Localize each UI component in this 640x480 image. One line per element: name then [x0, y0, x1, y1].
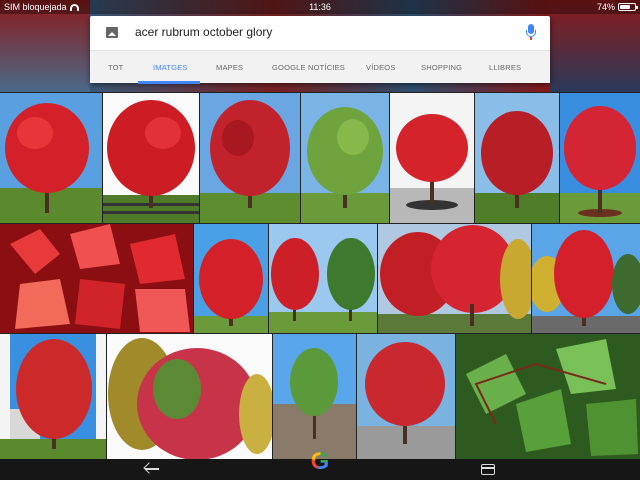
tab-books[interactable]: LLIBRES: [489, 63, 521, 72]
search-bar: [90, 16, 550, 50]
image-result-red-maple-park[interactable]: [200, 93, 300, 223]
image-result-green-leaves-closeup[interactable]: [456, 334, 640, 459]
image-result-red-maple-lot[interactable]: [532, 224, 640, 333]
search-card: TOT IMATGES MAPES GOOGLE NOTÍCIES VÍDEOS…: [90, 16, 550, 84]
recents-icon[interactable]: [481, 464, 495, 475]
image-result-red-maple-parking[interactable]: [390, 93, 474, 223]
back-arrow-icon[interactable]: [143, 462, 159, 476]
status-bar: SIM bloquejada 11:36 74%: [0, 0, 640, 14]
tab-maps[interactable]: MAPES: [216, 63, 243, 72]
image-result-green-maple[interactable]: [301, 93, 389, 223]
image-result-green-young-maple[interactable]: [273, 334, 356, 459]
tab-google-news[interactable]: GOOGLE NOTÍCIES: [272, 63, 345, 72]
search-tabs: TOT IMATGES MAPES GOOGLE NOTÍCIES VÍDEOS…: [90, 50, 550, 84]
tab-videos[interactable]: VÍDEOS: [366, 63, 396, 72]
screen: SIM bloquejada 11:36 74% TOT IMATGES MAP…: [0, 0, 640, 480]
tab-shopping[interactable]: SHOPPING: [421, 63, 462, 72]
image-result-autumn-mixed-trees[interactable]: [107, 334, 272, 459]
active-tab-indicator: [138, 81, 200, 84]
microphone-icon[interactable]: [526, 24, 536, 42]
image-result-red-leaves-closeup[interactable]: [0, 224, 193, 333]
image-result-red-maple-field[interactable]: [475, 93, 559, 223]
battery-level: [620, 5, 631, 9]
battery-icon: [618, 3, 638, 11]
image-result-red-and-green-trees[interactable]: [269, 224, 377, 333]
image-result-red-maple-fence[interactable]: [103, 93, 199, 223]
google-logo-icon[interactable]: G: [308, 450, 332, 474]
image-result-red-maple-street[interactable]: [357, 334, 455, 459]
image-result-red-maple-small[interactable]: [560, 93, 640, 223]
image-result-red-maple-lawn[interactable]: [0, 93, 102, 223]
search-input[interactable]: [135, 25, 495, 39]
tab-images[interactable]: IMATGES: [153, 63, 188, 72]
image-result-red-maple-house[interactable]: [0, 334, 106, 459]
battery-percent: 74%: [596, 2, 615, 12]
image-result-red-maple-round[interactable]: [194, 224, 268, 333]
image-icon[interactable]: [106, 27, 118, 38]
image-result-red-maple-row[interactable]: [378, 224, 531, 333]
tab-all[interactable]: TOT: [108, 63, 123, 72]
clock: 11:36: [309, 2, 331, 12]
